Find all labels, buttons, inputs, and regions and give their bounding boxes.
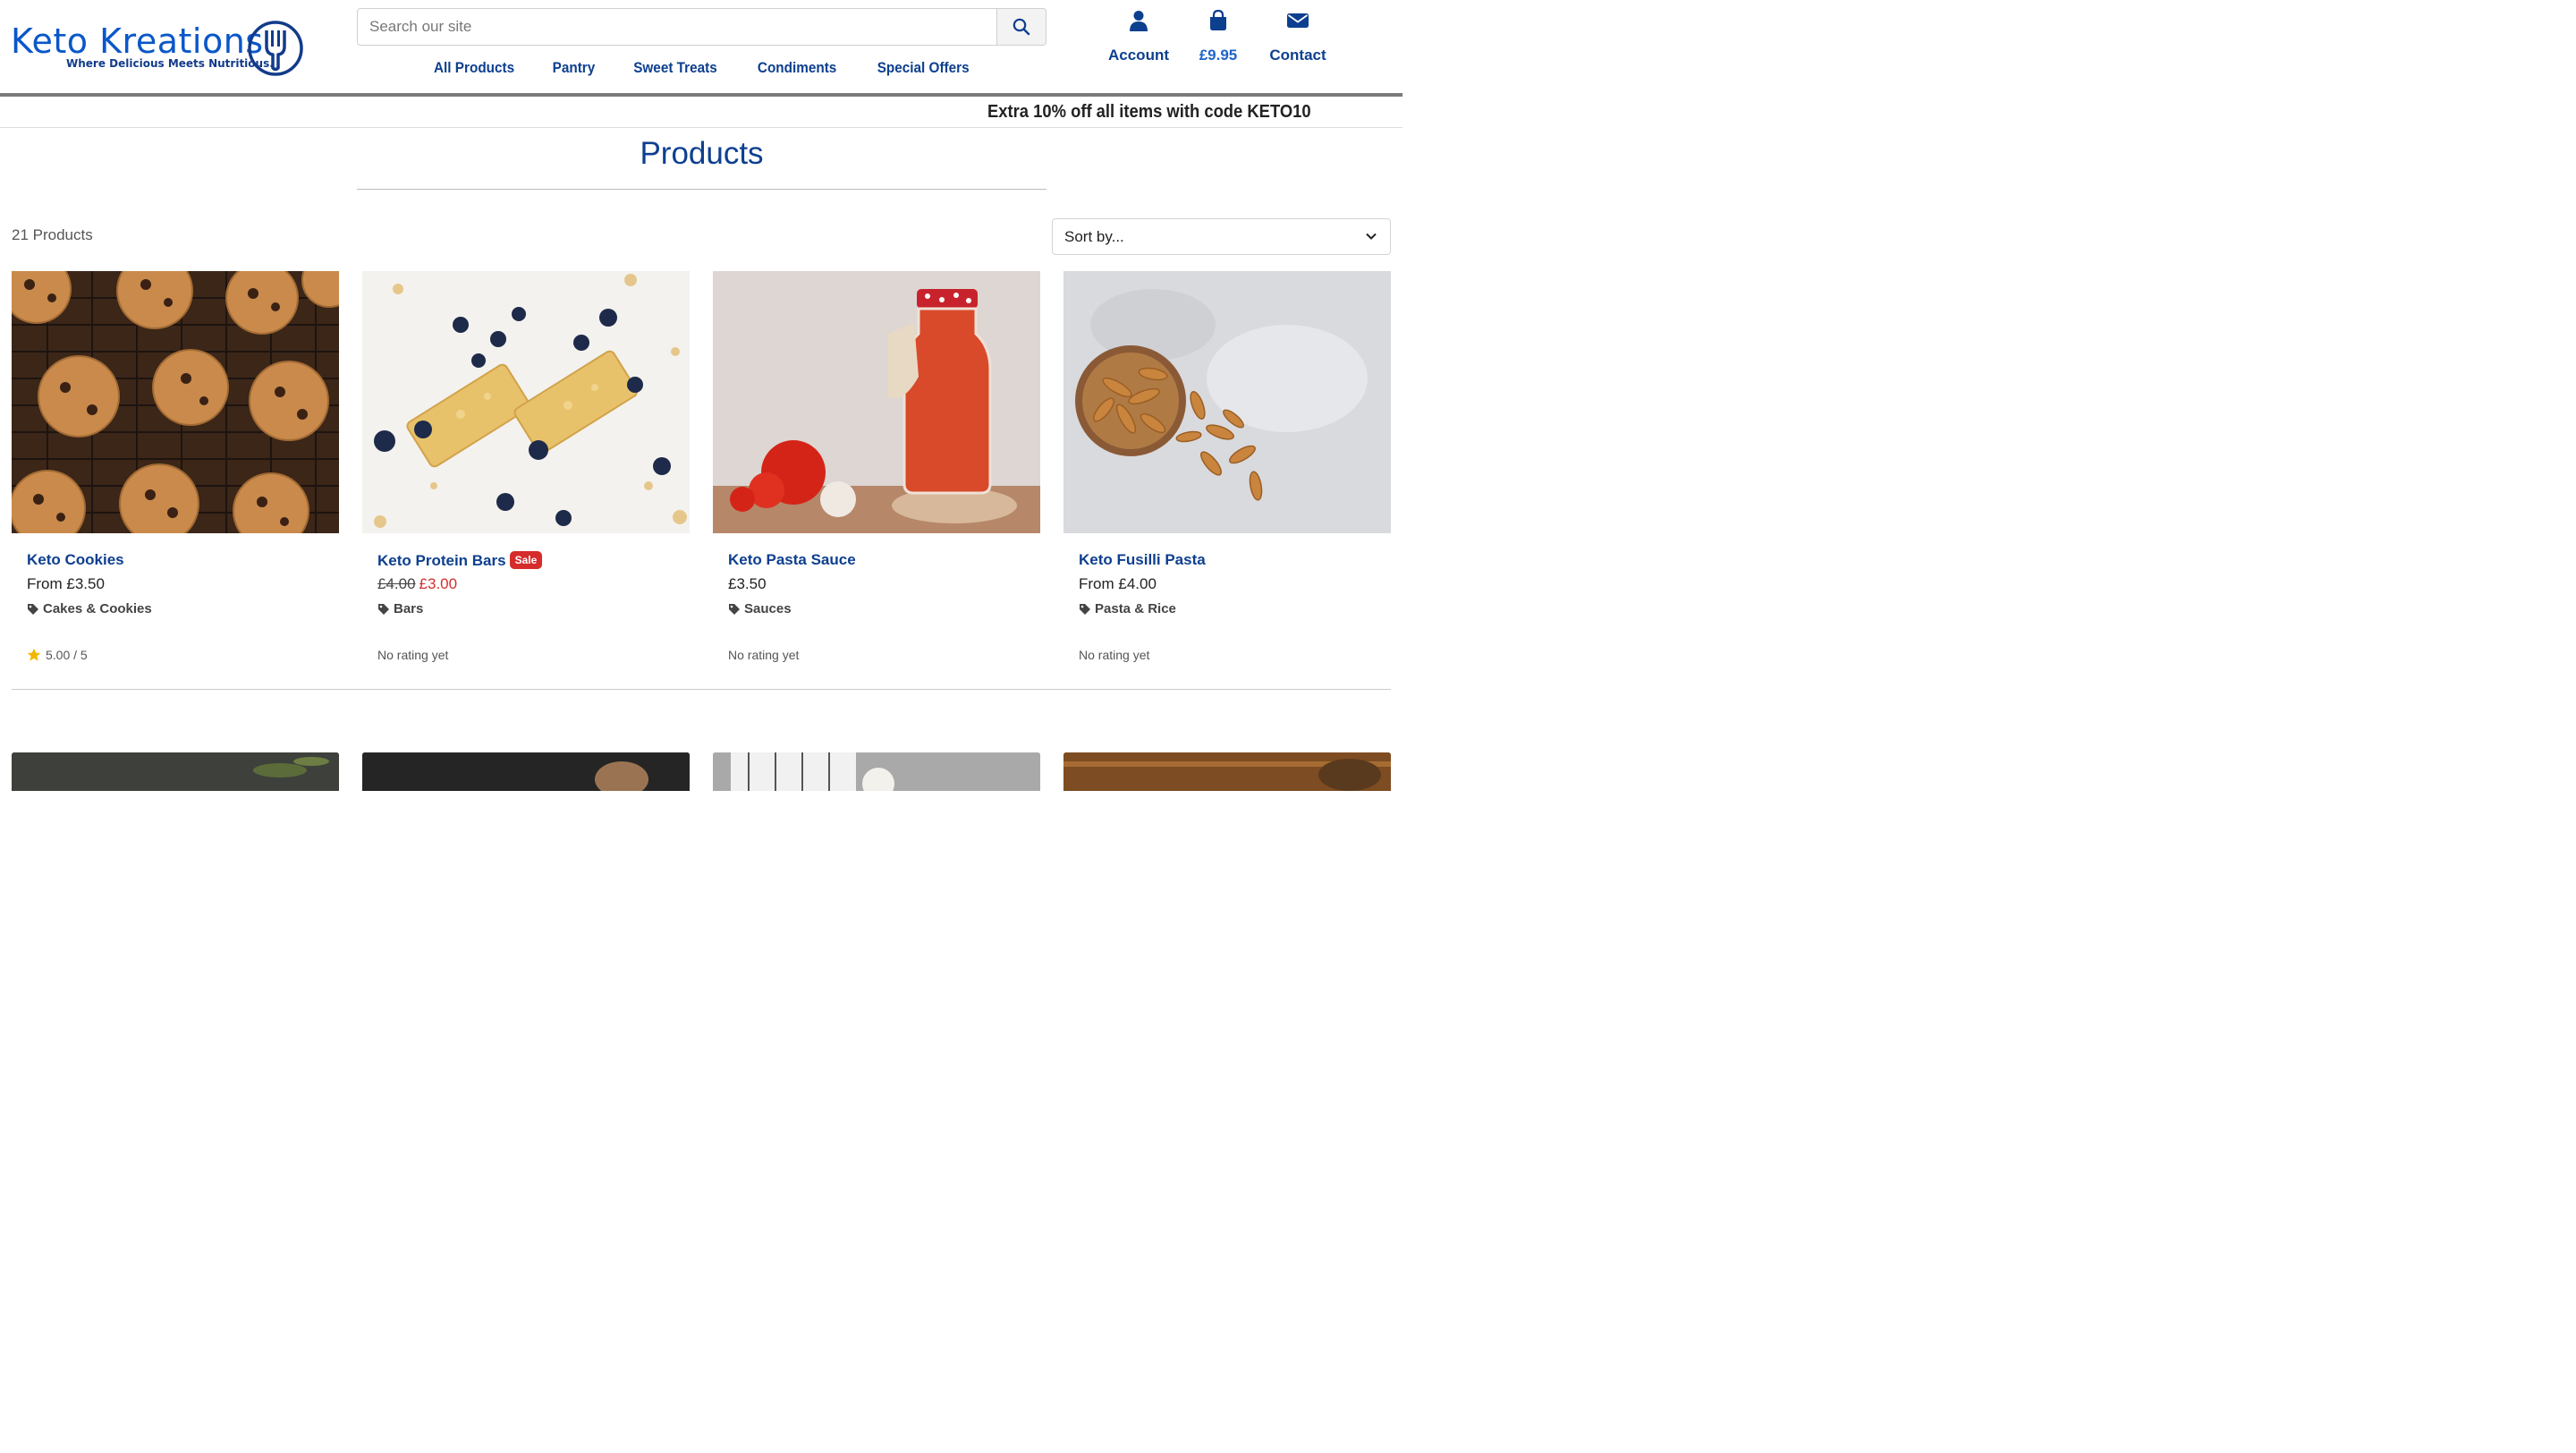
page-title: Products (640, 136, 764, 171)
search-icon (1013, 18, 1030, 36)
product-name[interactable]: Keto Cookies (27, 551, 124, 569)
product-rating: 5.00 / 5 (27, 648, 88, 662)
product-image-protein-bars[interactable] (362, 271, 690, 533)
nav-condiments[interactable]: Condiments (758, 59, 836, 82)
product-rating: No rating yet (728, 648, 800, 662)
olive-oil-image (12, 752, 339, 791)
product-image-pasta-sauce[interactable] (713, 271, 1040, 533)
fusilli-image (1063, 271, 1391, 533)
product-card[interactable]: Keto Fusilli Pasta From £4.00 Pasta & Ri… (1063, 271, 1391, 674)
product-image-cookies[interactable] (12, 271, 339, 533)
sale-badge: Sale (509, 551, 543, 569)
logo-wordmark: Keto Kreations (11, 21, 264, 61)
product-price: From £4.00 (1079, 575, 1157, 592)
sort-select[interactable]: Sort by... (1052, 218, 1391, 255)
pasta-sauce-image (713, 271, 1040, 533)
search-bar (357, 8, 1046, 46)
product-card[interactable]: Keto Cookies From £3.50 Cakes & Cookies … (12, 271, 339, 674)
product-rating: No rating yet (377, 648, 449, 662)
shopping-bag-icon (1210, 10, 1226, 30)
wooden-board-image (1063, 752, 1391, 791)
nav-sweet-treats[interactable]: Sweet Treats (633, 59, 717, 82)
tag-icon (729, 603, 740, 615)
contact-link[interactable]: Contact (1258, 7, 1338, 70)
product-image-partial[interactable] (362, 752, 690, 791)
account-label: Account (1108, 47, 1169, 64)
tag-icon (1080, 603, 1090, 615)
star-icon (27, 648, 41, 661)
product-category[interactable]: Sauces (728, 601, 792, 616)
fork-logo-icon (248, 21, 303, 76)
search-button[interactable] (996, 9, 1046, 45)
nav-special-offers[interactable]: Special Offers (877, 59, 970, 82)
user-icon (1130, 11, 1148, 31)
old-price: £4.00 (377, 575, 416, 592)
product-image-partial[interactable] (713, 752, 1040, 791)
protein-bars-image (362, 271, 690, 533)
sort-selected-value: Sort by... (1064, 228, 1124, 245)
logo-tagline: Where Delicious Meets Nutritious. (66, 57, 274, 70)
envelope-icon (1287, 13, 1309, 28)
product-card[interactable]: Keto Pasta Sauce £3.50 Sauces No rating … (713, 271, 1040, 674)
cart-total: £9.95 (1199, 47, 1238, 64)
sale-price: £3.00 (419, 575, 458, 592)
product-image-partial[interactable] (1063, 752, 1391, 791)
product-category[interactable]: Cakes & Cookies (27, 601, 152, 616)
cart-link[interactable]: £9.95 (1178, 7, 1258, 70)
product-category[interactable]: Bars (377, 601, 423, 616)
product-count: 21 Products (12, 226, 93, 243)
site-logo[interactable]: Keto Kreations Where Delicious Meets Nut… (11, 16, 306, 81)
nav-pantry[interactable]: Pantry (552, 59, 595, 82)
search-input[interactable] (358, 9, 997, 45)
product-category[interactable]: Pasta & Rice (1079, 601, 1176, 616)
chevron-down-icon (1366, 233, 1377, 240)
napkin-image (713, 752, 1040, 791)
site-header: Keto Kreations Where Delicious Meets Nut… (0, 0, 1402, 97)
nav-all-products[interactable]: All Products (434, 59, 514, 82)
product-name[interactable]: Keto Protein Bars Sale (377, 551, 543, 570)
tag-icon (28, 603, 38, 615)
product-price: From £3.50 (27, 575, 105, 592)
promo-bar: Extra 10% off all items with code KETO10 (0, 100, 1402, 128)
dark-product-image (362, 752, 690, 791)
promo-text: Extra 10% off all items with code KETO10 (987, 102, 1311, 122)
product-name[interactable]: Keto Pasta Sauce (728, 551, 856, 569)
account-link[interactable]: Account (1098, 7, 1179, 70)
row-divider (12, 689, 1391, 690)
product-rating: No rating yet (1079, 648, 1150, 662)
cookies-image (12, 271, 339, 533)
product-card[interactable]: Keto Protein Bars Sale £4.00 £3.00 Bars No… (362, 271, 690, 674)
product-price: £4.00 £3.00 (377, 575, 457, 593)
tag-icon (378, 603, 389, 615)
main-nav: All Products Pantry Sweet Treats Condime… (357, 59, 1046, 82)
product-image-fusilli[interactable] (1063, 271, 1391, 533)
product-name[interactable]: Keto Fusilli Pasta (1079, 551, 1206, 569)
page-title-block: Products (357, 134, 1046, 190)
product-price: £3.50 (728, 575, 767, 592)
contact-label: Contact (1269, 47, 1326, 64)
product-image-partial[interactable] (12, 752, 339, 791)
